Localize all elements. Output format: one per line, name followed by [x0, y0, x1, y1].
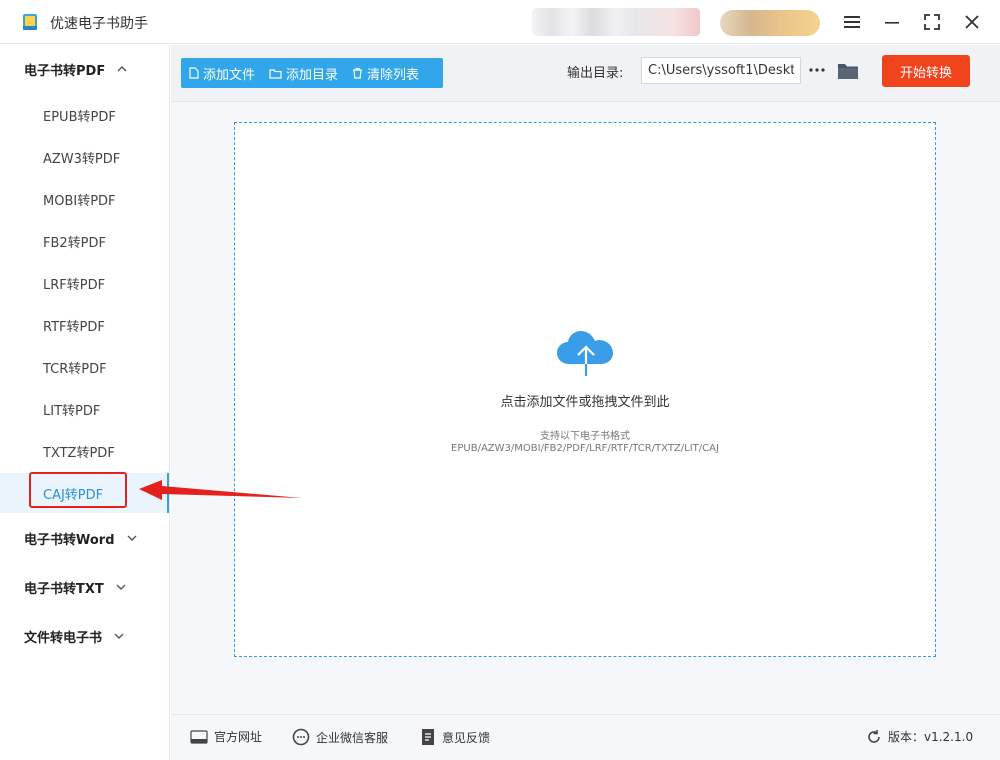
- sidebar-item-txtz[interactable]: TXTZ转PDF: [0, 431, 169, 471]
- sidebar-item-label: FB2转PDF: [43, 235, 106, 251]
- website-icon: [190, 729, 208, 744]
- clear-list-button[interactable]: 清除列表: [352, 64, 419, 83]
- main-area: 点击添加文件或拖拽文件到此 支持以下电子书格式 EPUB/AZW3/MOBI/F…: [171, 102, 1000, 714]
- version-info[interactable]: 版本：v1.2.1.0: [866, 728, 973, 745]
- start-convert-button[interactable]: 开始转换: [882, 55, 970, 87]
- sidebar-item-tcr[interactable]: TCR转PDF: [0, 347, 169, 387]
- sidebar-item-label: TCR转PDF: [43, 361, 107, 377]
- feedback-link[interactable]: 意见反馈: [420, 728, 490, 746]
- sidebar-group-word[interactable]: 电子书转Word: [0, 520, 170, 556]
- toolbar: 添加文件 添加目录 清除列表 输出目录: 开始转换: [171, 45, 1000, 102]
- feedback-icon: [422, 729, 434, 745]
- hamburger-icon[interactable]: [840, 10, 864, 34]
- chevron-down-icon: [127, 533, 137, 543]
- add-file-label: 添加文件: [203, 67, 256, 83]
- sidebar-item-lrf[interactable]: LRF转PDF: [0, 263, 169, 303]
- file-drop-zone[interactable]: 点击添加文件或拖拽文件到此 支持以下电子书格式 EPUB/AZW3/MOBI/F…: [234, 122, 936, 657]
- folder-icon[interactable]: [837, 61, 859, 81]
- file-button-group: 添加文件 添加目录 清除列表: [181, 58, 443, 88]
- sidebar-item-label: MOBI转PDF: [43, 193, 116, 209]
- sidebar-group-label: 电子书转PDF: [24, 63, 106, 79]
- output-dir-label: 输出目录:: [567, 66, 624, 81]
- sidebar-group-txt[interactable]: 电子书转TXT: [0, 569, 170, 605]
- output-dir-input[interactable]: [641, 57, 801, 84]
- supported-formats-title: 支持以下电子书格式: [540, 431, 630, 442]
- sidebar-group-ebook[interactable]: 文件转电子书: [0, 618, 170, 654]
- official-website-link[interactable]: 官方网址: [190, 728, 262, 745]
- start-convert-label: 开始转换: [899, 65, 952, 81]
- sidebar-item-lit[interactable]: LIT转PDF: [0, 389, 169, 429]
- chevron-down-icon: [114, 631, 124, 641]
- title-bar: 优速电子书助手: [0, 0, 1000, 44]
- blurred-account-info: [532, 8, 700, 36]
- supported-formats-list: EPUB/AZW3/MOBI/FB2/PDF/LRF/RTF/TCR/TXTZ/…: [451, 443, 719, 454]
- sidebar-item-rtf[interactable]: RTF转PDF: [0, 305, 169, 345]
- folder-outline-icon: [269, 68, 282, 79]
- close-icon[interactable]: [960, 10, 984, 34]
- footer: 官方网址 企业微信客服 意见反馈 版本：v1.2.1.0: [171, 714, 1000, 760]
- drop-hint-text: 点击添加文件或拖拽文件到此: [500, 395, 670, 410]
- chevron-up-icon: [117, 64, 127, 74]
- wechat-support-label: 企业微信客服: [316, 730, 389, 745]
- file-icon: [189, 67, 199, 79]
- sidebar-item-label: LRF转PDF: [43, 277, 106, 293]
- refresh-icon: [868, 729, 880, 743]
- sidebar-item-epub[interactable]: EPUB转PDF: [0, 95, 169, 135]
- sidebar-item-label: TXTZ转PDF: [43, 445, 115, 461]
- sidebar-item-label: LIT转PDF: [43, 403, 101, 419]
- sidebar-item-label: AZW3转PDF: [43, 151, 121, 167]
- add-file-button[interactable]: 添加文件: [189, 64, 255, 83]
- more-options-icon[interactable]: [807, 59, 827, 81]
- add-directory-button[interactable]: 添加目录: [269, 64, 338, 83]
- sidebar-group-label: 电子书转TXT: [24, 581, 104, 597]
- maximize-icon[interactable]: [920, 10, 944, 34]
- sidebar-group-label: 电子书转Word: [24, 532, 115, 548]
- trash-icon: [353, 67, 363, 79]
- blurred-user-badge[interactable]: [720, 10, 820, 36]
- version-label: 版本：v1.2.1.0: [888, 730, 974, 744]
- sidebar-item-fb2[interactable]: FB2转PDF: [0, 221, 169, 261]
- sidebar-item-label: EPUB转PDF: [43, 109, 116, 125]
- sidebar-item-label: RTF转PDF: [43, 319, 105, 335]
- sidebar-item-mobi[interactable]: MOBI转PDF: [0, 179, 169, 219]
- app-logo-icon: [23, 14, 37, 30]
- sidebar: 电子书转PDF EPUB转PDF AZW3转PDF MOBI转PDF FB2转P…: [0, 45, 170, 760]
- highlight-box: [29, 472, 127, 508]
- wechat-support-link[interactable]: 企业微信客服: [292, 728, 388, 746]
- official-website-label: 官方网址: [214, 730, 263, 744]
- minimize-icon[interactable]: [880, 10, 904, 34]
- clear-list-label: 清除列表: [367, 67, 420, 83]
- sidebar-group-pdf[interactable]: 电子书转PDF: [0, 51, 170, 87]
- sidebar-group-label: 文件转电子书: [24, 630, 103, 646]
- sidebar-item-azw3[interactable]: AZW3转PDF: [0, 137, 169, 177]
- feedback-label: 意见反馈: [442, 730, 491, 745]
- add-directory-label: 添加目录: [286, 67, 339, 83]
- chat-support-icon: [292, 728, 310, 746]
- cloud-upload-icon: [557, 331, 613, 376]
- chevron-down-icon: [116, 582, 126, 592]
- app-title: 优速电子书助手: [50, 16, 148, 32]
